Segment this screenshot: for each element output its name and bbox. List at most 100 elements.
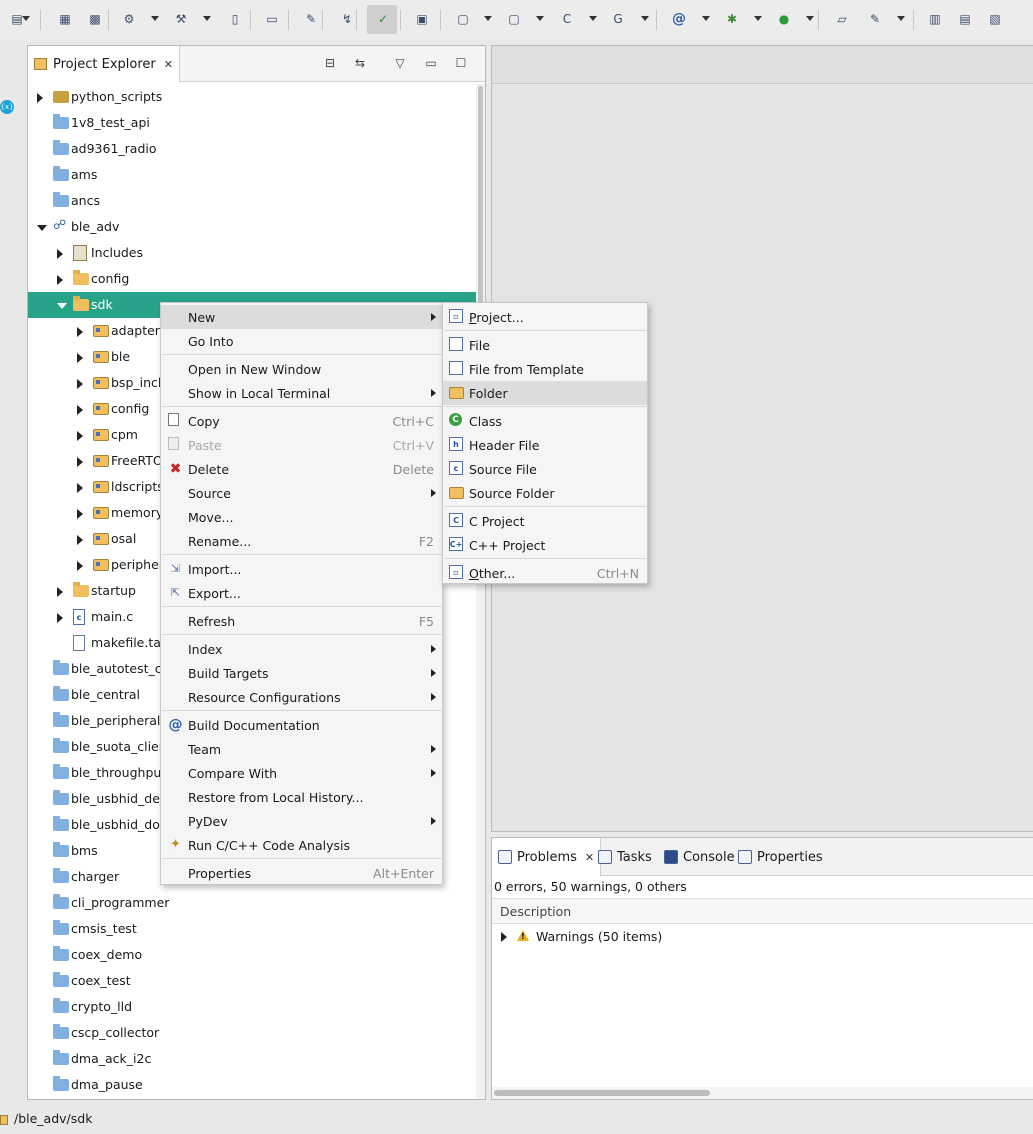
tab-properties[interactable]: Properties (738, 838, 823, 876)
expand-toggle-icon[interactable] (77, 457, 83, 467)
menu-item-show-in-local-terminal[interactable]: Show in Local Terminal (161, 381, 442, 405)
tree-item[interactable]: python_scripts (28, 84, 476, 110)
save-icon[interactable]: ▦ (56, 10, 74, 28)
layout-icon[interactable]: ▥ (926, 10, 944, 28)
menu-item-delete[interactable]: ✖ Delete Delete (161, 457, 442, 481)
maximize-icon[interactable]: ☐ (452, 54, 470, 72)
expand-toggle-icon[interactable] (37, 93, 43, 103)
new-item-cpp-project[interactable]: C+ C++ Project (443, 533, 647, 557)
pin-icon[interactable]: ✎ (302, 10, 320, 28)
new-folder-icon[interactable]: ▢ (505, 10, 523, 28)
menu-item-build-targets[interactable]: Build Targets (161, 661, 442, 685)
new-item-file-from-template[interactable]: File from Template (443, 357, 647, 381)
dropdown-arrow-icon[interactable] (151, 16, 159, 21)
dropdown-arrow-icon[interactable] (897, 16, 905, 21)
menu-item-export[interactable]: ⇱ Export... (161, 581, 442, 605)
vertical-scrollbar[interactable] (476, 84, 485, 1099)
tree-item[interactable]: ad9361_radio (28, 136, 476, 162)
at-icon[interactable]: @ (670, 10, 688, 28)
new-item-class[interactable]: C Class (443, 409, 647, 433)
tree-item[interactable]: 1v8_test_api (28, 110, 476, 136)
expand-toggle-icon[interactable] (57, 249, 63, 259)
perspective-icon[interactable]: ✓ (374, 10, 392, 28)
new-item-project[interactable]: ▫ Project... (443, 305, 647, 329)
new-item-folder[interactable]: Folder (443, 381, 647, 405)
ide-icon[interactable]: ▣ (413, 10, 431, 28)
new-class-icon[interactable]: G (609, 10, 627, 28)
expand-toggle-icon[interactable] (77, 431, 83, 441)
tree-item[interactable]: cli_programmer (28, 890, 476, 916)
close-icon[interactable]: ✕ (585, 851, 594, 864)
hammer-build-icon[interactable]: ⚒ (172, 10, 190, 28)
expand-toggle-icon[interactable] (77, 535, 83, 545)
menu-item-import[interactable]: ⇲ Import... (161, 557, 442, 581)
expand-toggle-icon[interactable] (77, 353, 83, 363)
menu-item-run-c-cpp-code-analysis[interactable]: ✦ Run C/C++ Code Analysis (161, 833, 442, 857)
binary-icon[interactable]: ▯ (226, 10, 244, 28)
table-row[interactable]: Warnings (50 items) (492, 926, 1033, 948)
tab-console[interactable]: Console (664, 838, 735, 876)
new-item-source-folder[interactable]: Source Folder (443, 481, 647, 505)
menu-item-paste[interactable]: Paste Ctrl+V (161, 433, 442, 457)
tree-item[interactable]: ams (28, 162, 476, 188)
list-icon[interactable]: ▤ (956, 10, 974, 28)
dropdown-arrow-icon[interactable] (589, 16, 597, 21)
tab-tasks[interactable]: Tasks (598, 838, 652, 876)
dropdown-arrow-icon[interactable] (203, 16, 211, 21)
open-folder-icon[interactable]: ▱ (833, 10, 851, 28)
dropdown-arrow-icon[interactable] (536, 16, 544, 21)
dropdown-arrow-icon[interactable] (754, 16, 762, 21)
build-settings-icon[interactable]: ⚙ (120, 10, 138, 28)
tree-item[interactable]: crypto_lld (28, 994, 476, 1020)
expand-toggle-icon[interactable] (501, 932, 507, 942)
tree-item[interactable]: dma_ack_i2c (28, 1046, 476, 1072)
menu-item-rename[interactable]: Rename... F2 (161, 529, 442, 553)
split-icon[interactable]: ▧ (986, 10, 1004, 28)
expand-toggle-icon[interactable] (77, 509, 83, 519)
expand-toggle-icon[interactable] (77, 483, 83, 493)
column-header-description[interactable]: Description (492, 898, 1033, 924)
collapse-all-icon[interactable]: ⊟ (321, 54, 339, 72)
menu-item-move[interactable]: Move... (161, 505, 442, 529)
menu-item-restore-from-local-history[interactable]: Restore from Local History... (161, 785, 442, 809)
horizontal-scrollbar[interactable] (492, 1087, 1033, 1099)
tab-project-explorer[interactable]: Project Explorer ✕ (28, 46, 180, 82)
tree-item[interactable]: cmsis_test (28, 916, 476, 942)
expand-toggle-icon[interactable] (57, 613, 63, 623)
expand-toggle-icon[interactable] (77, 405, 83, 415)
menu-item-resource-configurations[interactable]: Resource Configurations (161, 685, 442, 709)
new-source-icon[interactable]: C (558, 10, 576, 28)
dropdown-arrow-icon[interactable] (641, 16, 649, 21)
view-menu-icon[interactable]: ▽ (391, 54, 409, 72)
menu-item-open-in-new-window[interactable]: Open in New Window (161, 357, 442, 381)
terminal-icon[interactable]: ▭ (263, 10, 281, 28)
save-all-icon[interactable]: ▩ (86, 10, 104, 28)
new-item-header-file[interactable]: h Header File (443, 433, 647, 457)
menu-item-go-into[interactable]: Go Into (161, 329, 442, 353)
expand-toggle-icon[interactable] (77, 327, 83, 337)
new-item-c-project[interactable]: C C Project (443, 509, 647, 533)
debug-step-icon[interactable]: ↯ (338, 10, 356, 28)
tree-item[interactable]: ☍ ble_adv (28, 214, 476, 240)
dropdown-arrow-icon[interactable] (702, 16, 710, 21)
collapse-toggle-icon[interactable] (57, 303, 67, 309)
bug-icon[interactable]: ✱ (723, 10, 741, 28)
dropdown-arrow-icon[interactable] (806, 16, 814, 21)
dropdown-arrow-icon[interactable] (484, 16, 492, 21)
tree-item[interactable]: coex_demo (28, 942, 476, 968)
menu-item-properties[interactable]: Properties Alt+Enter (161, 861, 442, 885)
expand-toggle-icon[interactable] (77, 561, 83, 571)
variables-icon[interactable]: {x} (0, 100, 14, 114)
menu-item-new[interactable]: New (161, 305, 442, 329)
tree-item[interactable]: dma_pause (28, 1072, 476, 1098)
menu-item-team[interactable]: Team (161, 737, 442, 761)
tree-item[interactable]: cscp_collector (28, 1020, 476, 1046)
minimize-icon[interactable]: ▭ (422, 54, 440, 72)
menu-item-copy[interactable]: Copy Ctrl+C (161, 409, 442, 433)
tree-item[interactable]: ancs (28, 188, 476, 214)
menu-item-compare-with[interactable]: Compare With (161, 761, 442, 785)
new-item-source-file[interactable]: c Source File (443, 457, 647, 481)
menu-item-pydev[interactable]: PyDev (161, 809, 442, 833)
dropdown-arrow-icon[interactable] (22, 16, 30, 21)
menu-item-index[interactable]: Index (161, 637, 442, 661)
